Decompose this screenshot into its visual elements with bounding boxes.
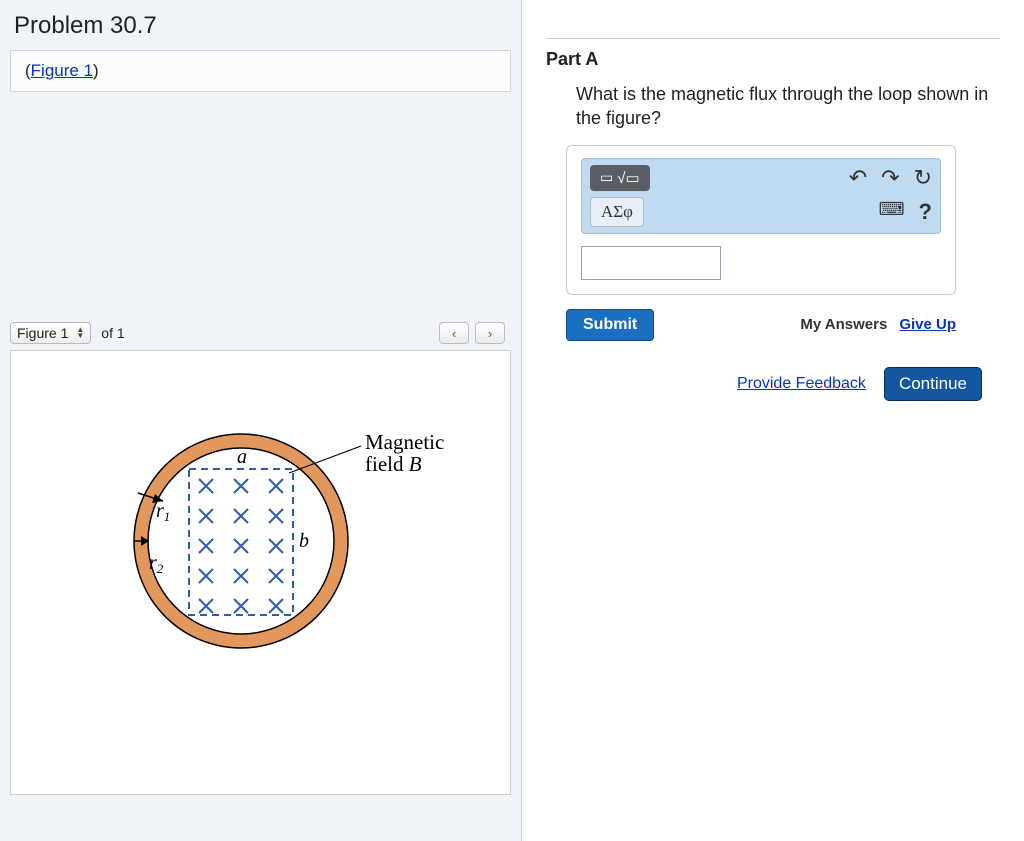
figure-canvas: a b r1 r2 Magnetic field B⃗ <box>10 350 511 795</box>
reset-icon[interactable]: ↻ <box>914 165 932 191</box>
provide-feedback-link[interactable]: Provide Feedback <box>737 375 866 393</box>
figure-svg: a b r1 r2 Magnetic field B⃗ <box>21 371 501 671</box>
continue-button[interactable]: Continue <box>884 367 982 401</box>
answer-box: ▭ √▭ ↶ ↷ ↻ ΑΣφ ⌨ ? <box>566 145 956 295</box>
template-box-icon: ▭ <box>600 169 613 186</box>
dashed-rect <box>189 469 293 615</box>
part-title: Part A <box>546 49 1000 70</box>
ring-outer <box>141 441 341 641</box>
template-button[interactable]: ▭ √▭ <box>590 165 650 191</box>
submit-row: Submit My Answers Give Up <box>566 309 956 341</box>
label-field-line1: Magnetic <box>365 430 444 454</box>
label-field-line2: field B⃗ <box>365 452 438 476</box>
my-answers-link[interactable]: My Answers <box>800 316 887 333</box>
submit-button[interactable]: Submit <box>566 309 654 341</box>
redo-icon[interactable]: ↷ <box>881 165 899 191</box>
figure-select[interactable]: Figure 1 ▲▼ <box>10 322 91 344</box>
figure-reference-box: (Figure 1) <box>10 50 511 92</box>
figure-ref-suffix: ) <box>93 61 99 80</box>
answer-input[interactable] <box>581 246 721 280</box>
figure-link[interactable]: Figure 1 <box>31 61 93 80</box>
footer-row: Provide Feedback Continue <box>546 367 982 401</box>
spacer <box>0 102 521 322</box>
into-page-crosses <box>199 479 283 613</box>
stepper-icon: ▲▼ <box>76 327 84 339</box>
right-pane: Part A What is the magnetic flux through… <box>522 0 1024 841</box>
divider <box>546 38 1000 39</box>
question-text: What is the magnetic flux through the lo… <box>576 82 1000 131</box>
figure-prev-button[interactable]: ‹ <box>439 322 469 344</box>
greek-button[interactable]: ΑΣφ <box>590 197 644 227</box>
label-r2: r2 <box>149 552 164 576</box>
problem-title: Problem 30.7 <box>0 0 521 50</box>
figure-count: of 1 <box>101 325 124 341</box>
help-icon[interactable]: ? <box>919 199 932 225</box>
figure-select-label: Figure 1 <box>17 325 68 341</box>
label-r1: r1 <box>156 500 170 524</box>
label-a: a <box>237 446 247 468</box>
keyboard-icon[interactable]: ⌨ <box>879 199 905 225</box>
figure-next-button[interactable]: › <box>475 322 505 344</box>
equation-toolbar: ▭ √▭ ↶ ↷ ↻ ΑΣφ ⌨ ? <box>581 158 941 234</box>
undo-icon[interactable]: ↶ <box>849 165 867 191</box>
figure-nav-bar: Figure 1 ▲▼ of 1 ‹ › <box>0 322 521 344</box>
template-root-icon: √▭ <box>617 169 639 187</box>
left-pane: Problem 30.7 (Figure 1) Figure 1 ▲▼ of 1… <box>0 0 522 841</box>
label-b: b <box>299 530 309 552</box>
give-up-link[interactable]: Give Up <box>899 316 956 333</box>
